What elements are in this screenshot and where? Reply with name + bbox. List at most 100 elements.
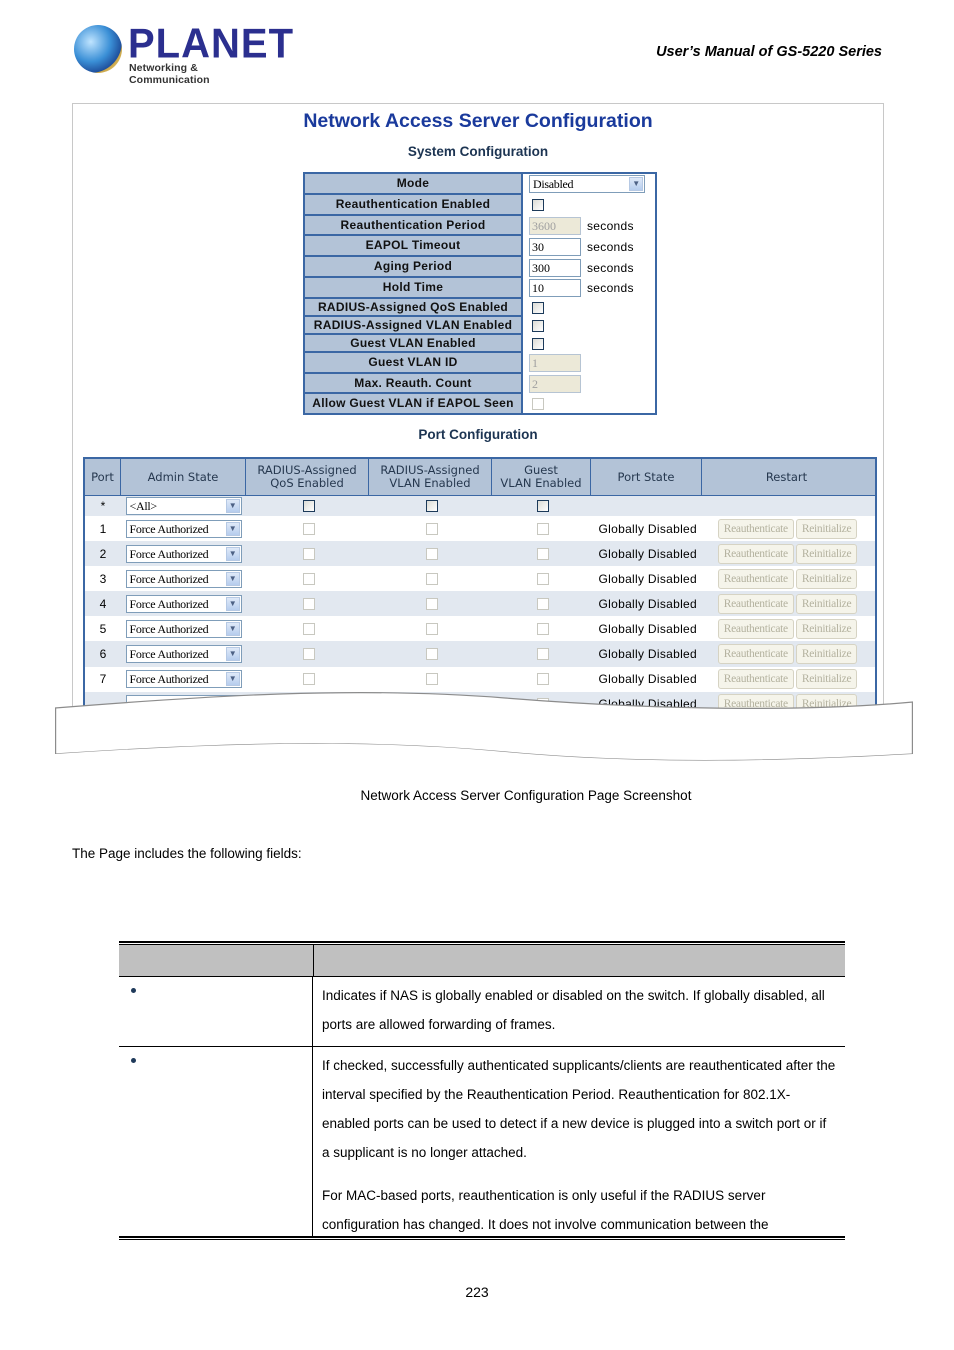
reauthenticate-button[interactable]: Reauthenticate [717,543,794,564]
all-radius-vlan-checkbox[interactable] [426,500,438,512]
page-title: Network Access Server Configuration [303,110,653,132]
mode-select[interactable]: Disabled ▼ [529,175,645,194]
mode-value: Disabled [533,177,574,192]
chevron-down-icon[interactable]: ▼ [225,499,240,513]
guest-vlan-checkbox[interactable] [537,622,549,635]
eapol-timeout-unit: seconds [587,239,634,254]
radius-qos-checkbox[interactable] [303,648,315,661]
mode-row: Mode Disabled ▼ [305,174,655,195]
chevron-down-icon[interactable]: ▼ [225,546,240,561]
reauth-period-unit: seconds [587,218,634,233]
radius-vlan-checkbox[interactable] [426,572,438,585]
port-config-heading: Port Configuration [418,427,538,442]
port-table-header: Port Admin State RADIUS-Assigned QoS Ena… [85,459,875,496]
reinitialize-button[interactable]: Reinitialize [795,593,858,614]
allow-guest-eapol-checkbox[interactable] [532,397,544,410]
admin-state-value: Force Authorized [129,596,209,611]
chevron-down-icon[interactable]: ▼ [629,177,643,192]
radius-vlan-checkbox[interactable] [426,547,438,560]
radius-qos-checkbox[interactable] [303,597,315,610]
torn-page-overlay [55,691,913,772]
field-row-reauth-enabled: If checked, successfully authenticated s… [119,1046,845,1236]
admin-state-select[interactable]: Force Authorized ▼ [125,670,242,689]
guest-vlan-checkbox[interactable] [537,522,549,535]
all-guest-vlan-checkbox[interactable] [537,500,549,512]
chevron-down-icon[interactable]: ▼ [225,596,240,611]
radius-qos-checkbox[interactable] [303,547,315,560]
reinitialize-button[interactable]: Reinitialize [795,669,858,690]
reauthenticate-button[interactable]: Reauthenticate [717,618,794,639]
fields-table-header [119,945,845,976]
radius-qos-checkbox[interactable] [532,301,544,314]
radius-qos-checkbox[interactable] [303,622,315,635]
admin-state-value: Force Authorized [129,571,209,586]
radius-vlan-checkbox[interactable] [532,319,544,332]
system-config-heading: System Configuration [407,144,549,159]
admin-state-select[interactable]: Force Authorized ▼ [125,645,242,664]
radius-vlan-checkbox[interactable] [426,622,438,635]
radius-qos-checkbox[interactable] [303,572,315,585]
port-state: Globally Disabled [598,546,697,561]
radius-vlan-checkbox[interactable] [426,673,438,686]
chevron-down-icon[interactable]: ▼ [225,621,240,636]
radius-vlan-checkbox[interactable] [426,597,438,610]
chevron-down-icon[interactable]: ▼ [225,521,240,536]
reauth-enabled-checkbox[interactable] [532,199,544,212]
guest-vlan-checkbox[interactable] [537,648,549,661]
reauthenticate-button[interactable]: Reauthenticate [717,669,794,690]
all-admin-state-select[interactable]: <All> ▼ [125,497,242,515]
radius-qos-label: RADIUS-Assigned QoS Enabled [305,298,523,317]
admin-state-select[interactable]: Force Authorized ▼ [125,519,242,538]
reinitialize-button[interactable]: Reinitialize [795,568,858,589]
eapol-timeout-input[interactable]: 30 [529,237,581,256]
field-description: For MAC-based ports, reauthentication is… [322,1188,769,1232]
reauthenticate-button[interactable]: Reauthenticate [717,518,794,539]
col-radius-vlan-line2: VLAN Enabled [389,476,471,490]
guest-vlan-checkbox[interactable] [537,673,549,686]
bullet-icon [131,988,136,993]
radius-qos-checkbox[interactable] [303,522,315,535]
all-radius-qos-checkbox[interactable] [303,500,315,512]
radius-vlan-checkbox[interactable] [426,648,438,661]
guest-vlan-enabled-label: Guest VLAN Enabled [305,334,523,353]
radius-vlan-checkbox[interactable] [426,522,438,535]
chevron-down-icon[interactable]: ▼ [225,647,240,662]
admin-state-select[interactable]: Force Authorized ▼ [125,569,242,588]
globe-logo-icon [74,25,122,73]
reinitialize-button[interactable]: Reinitialize [795,618,858,639]
reauthenticate-button[interactable]: Reauthenticate [717,644,794,665]
col-radius-qos-line2: QoS Enabled [270,476,344,490]
radius-qos-checkbox[interactable] [303,673,315,686]
reauth-period-input[interactable]: 3600 [529,216,581,235]
chevron-down-icon[interactable]: ▼ [225,672,240,687]
port-number: 2 [99,546,107,561]
admin-state-select[interactable]: Force Authorized ▼ [125,619,242,638]
hold-time-input[interactable]: 10 [529,279,581,298]
admin-state-select[interactable]: Force Authorized ▼ [125,594,242,613]
port-number: 6 [99,647,107,662]
guest-vlan-checkbox[interactable] [537,597,549,610]
reinitialize-button[interactable]: Reinitialize [795,518,858,539]
port-state: Globally Disabled [598,647,697,662]
chevron-down-icon[interactable]: ▼ [225,571,240,586]
admin-state-value: Force Authorized [129,621,209,636]
reinitialize-button[interactable]: Reinitialize [795,644,858,665]
reauthenticate-button[interactable]: Reauthenticate [717,568,794,589]
port-number: 1 [99,521,107,536]
guest-vlan-checkbox[interactable] [537,572,549,585]
reinitialize-button[interactable]: Reinitialize [795,543,858,564]
max-reauth-count-input[interactable]: 2 [529,374,581,393]
all-port-cell: * [100,499,106,513]
reauth-period-row: Reauthentication Period 3600 seconds [305,215,655,237]
port-state: Globally Disabled [598,621,697,636]
guest-vlan-id-input[interactable]: 1 [529,354,581,373]
planet-logo: PLANET Networking & Communication [72,21,293,86]
col-radius-qos: RADIUS-Assigned QoS Enabled [246,459,369,495]
all-ports-row: * <All> ▼ [85,496,875,516]
all-admin-state-value: <All> [129,499,158,513]
guest-vlan-checkbox[interactable] [537,547,549,560]
reauthenticate-button[interactable]: Reauthenticate [717,593,794,614]
admin-state-select[interactable]: Force Authorized ▼ [125,544,242,563]
aging-period-input[interactable]: 300 [529,258,581,277]
guest-vlan-enabled-checkbox[interactable] [532,337,544,350]
